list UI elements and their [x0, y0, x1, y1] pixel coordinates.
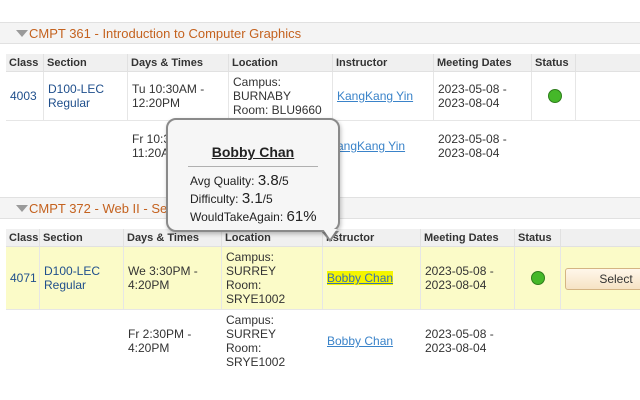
section-cell[interactable]: D100-LEC Regular — [40, 247, 124, 309]
status-cell — [532, 72, 576, 120]
table-header: Class Section Days & Times Location Inst… — [6, 54, 640, 72]
col-class: Class — [6, 229, 40, 247]
meeting-dates-cell: 2023-05-08 -2023-08-04 — [425, 327, 494, 355]
collapse-triangle-icon[interactable] — [16, 30, 28, 37]
table-row: 4003 D100-LEC Regular Tu 10:30AM -12:20PM… — [6, 72, 640, 120]
section-cell[interactable]: D100-LEC Regular — [44, 72, 128, 120]
meeting-dates-cell: 2023-05-08 -2023-08-04 — [434, 72, 532, 120]
col-section: Section — [40, 229, 124, 247]
status-open-icon — [531, 271, 545, 285]
class-number[interactable]: 4003 — [6, 72, 44, 120]
tooltip-instructor-name[interactable]: Bobby Chan — [168, 144, 338, 160]
avg-quality-line: Avg Quality: 3.8/5 — [190, 172, 289, 189]
difficulty-line: Difficulty: 3.1/5 — [190, 190, 273, 207]
instructor-link[interactable]: angKang Yin — [333, 121, 434, 171]
location-cell: Campus: SURREY Room: SRYE1002 — [226, 313, 286, 369]
location-cell: Campus: BURNABY Room: BLU9660 — [229, 72, 333, 120]
instructor-link[interactable]: Bobby Chan — [323, 310, 421, 372]
instructor-link[interactable]: Bobby Chan — [323, 247, 421, 309]
select-button[interactable]: Select — [565, 268, 640, 290]
instructor-link[interactable]: KangKang Yin — [333, 72, 434, 120]
col-class: Class — [6, 54, 44, 72]
table-row-highlighted: 4071 D100-LEC Regular We 3:30PM -4:20PM C… — [6, 247, 640, 309]
col-section: Section — [44, 54, 128, 72]
status-cell — [515, 247, 561, 309]
would-take-again-line: WouldTakeAgain: 61% — [190, 208, 317, 225]
col-days-times: Days & Times — [128, 54, 229, 72]
tooltip-divider — [188, 166, 318, 167]
status-open-icon — [548, 89, 562, 103]
meeting-dates-cell: 2023-05-08 -2023-08-04 — [438, 132, 507, 160]
col-meeting-dates: Meeting Dates — [421, 229, 515, 247]
table-row: Fr 2:30PM -4:20PM Campus: SURREY Room: SRYE… — [6, 310, 640, 372]
days-times-cell: Tu 10:30AM -12:20PM — [128, 72, 229, 120]
location-cell: Campus: SURREY Room: SRYE1002 — [222, 247, 323, 309]
col-status: Status — [532, 54, 576, 72]
col-instructor: Instructor — [333, 54, 434, 72]
days-times-cell: Fr 2:30PM -4:20PM — [128, 327, 192, 355]
col-location: Location — [229, 54, 333, 72]
class-number[interactable]: 4071 — [6, 247, 40, 309]
collapse-triangle-icon[interactable] — [16, 205, 28, 212]
course-title[interactable]: CMPT 361 - Introduction to Computer Grap… — [29, 26, 301, 41]
meeting-dates-cell: 2023-05-08 -2023-08-04 — [421, 247, 515, 309]
col-meeting-dates: Meeting Dates — [434, 54, 532, 72]
instructor-rating-tooltip: Bobby Chan Avg Quality: 3.8/5 Difficulty… — [166, 118, 340, 232]
days-times-cell: We 3:30PM -4:20PM — [124, 247, 222, 309]
course-title[interactable]: CMPT 372 - Web II - Se — [29, 201, 167, 216]
tooltip-arrow-fill — [323, 229, 337, 239]
col-status: Status — [515, 229, 561, 247]
course-header-cmpt361[interactable]: CMPT 361 - Introduction to Computer Grap… — [0, 22, 640, 44]
